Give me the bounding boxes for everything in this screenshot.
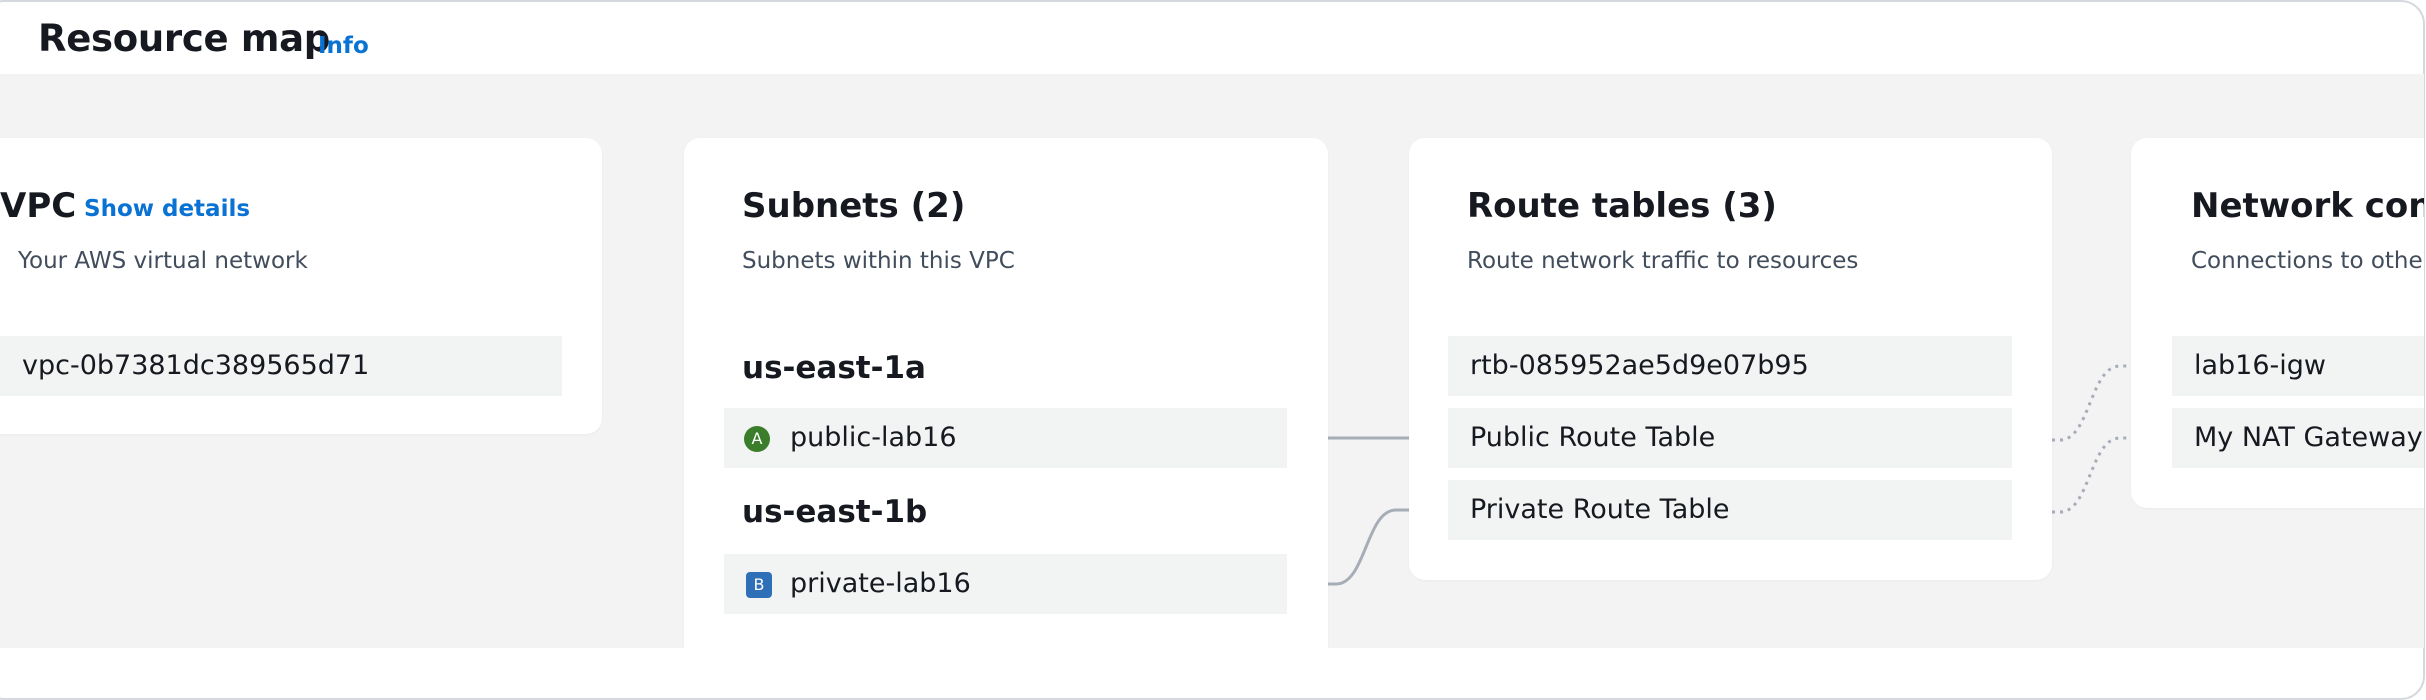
resource-map-canvas[interactable]: VPC Show details Your AWS virtual networ… <box>0 74 2424 648</box>
availability-zone-b-badge: B <box>746 572 772 598</box>
route-tables-card-title: Route tables (3) <box>1467 186 1777 226</box>
route-tables-card: Route tables (3) Route network traffic t… <box>1409 138 2052 580</box>
availability-zone-label: us-east-1b <box>742 494 928 530</box>
network-connection-item-igw[interactable]: lab16-igw <box>2172 336 2424 396</box>
subnet-name-label: public-lab16 <box>790 422 957 453</box>
network-connection-item-nat-gateway[interactable]: My NAT Gateway <box>2172 408 2424 468</box>
network-connection-label: lab16-igw <box>2194 350 2327 381</box>
route-table-label: Private Route Table <box>1470 494 1730 525</box>
subnets-card-subtitle: Subnets within this VPC <box>742 248 1015 274</box>
route-table-label: rtb-085952ae5d9e07b95 <box>1470 350 1809 381</box>
subnet-item-public-lab16[interactable]: A public-lab16 <box>724 408 1287 468</box>
subnets-card-title: Subnets (2) <box>742 186 966 226</box>
network-connections-card-subtitle: Connections to other <box>2191 248 2424 274</box>
vpc-id-item[interactable]: vpc-0b7381dc389565d71 <box>0 336 562 396</box>
availability-zone-label: us-east-1a <box>742 350 926 386</box>
vpc-card-subtitle: Your AWS virtual network <box>18 248 308 274</box>
vpc-card-title: VPC <box>0 186 77 226</box>
vpc-id-label: vpc-0b7381dc389565d71 <box>22 350 370 381</box>
page-title: Resource map <box>38 17 330 60</box>
vpc-card: VPC Show details Your AWS virtual networ… <box>0 138 602 434</box>
network-connections-card-title: Network conn <box>2191 186 2424 226</box>
subnet-item-private-lab16[interactable]: B private-lab16 <box>724 554 1287 614</box>
network-connections-card: Network conn Connections to other lab16-… <box>2131 138 2424 508</box>
route-table-item-private[interactable]: Private Route Table <box>1448 480 2012 540</box>
info-link[interactable]: Info <box>318 33 369 59</box>
route-table-label: Public Route Table <box>1470 422 1716 453</box>
resource-map-header: Resource map Info <box>0 0 2426 74</box>
route-table-item-public[interactable]: Public Route Table <box>1448 408 2012 468</box>
vpc-show-details-link[interactable]: Show details <box>84 196 250 222</box>
route-table-item-main[interactable]: rtb-085952ae5d9e07b95 <box>1448 336 2012 396</box>
network-connection-label: My NAT Gateway <box>2194 422 2423 453</box>
subnet-name-label: private-lab16 <box>790 568 971 599</box>
route-tables-card-subtitle: Route network traffic to resources <box>1467 248 1859 274</box>
availability-zone-a-badge: A <box>744 426 770 452</box>
subnets-card: Subnets (2) Subnets within this VPC us-e… <box>684 138 1328 648</box>
